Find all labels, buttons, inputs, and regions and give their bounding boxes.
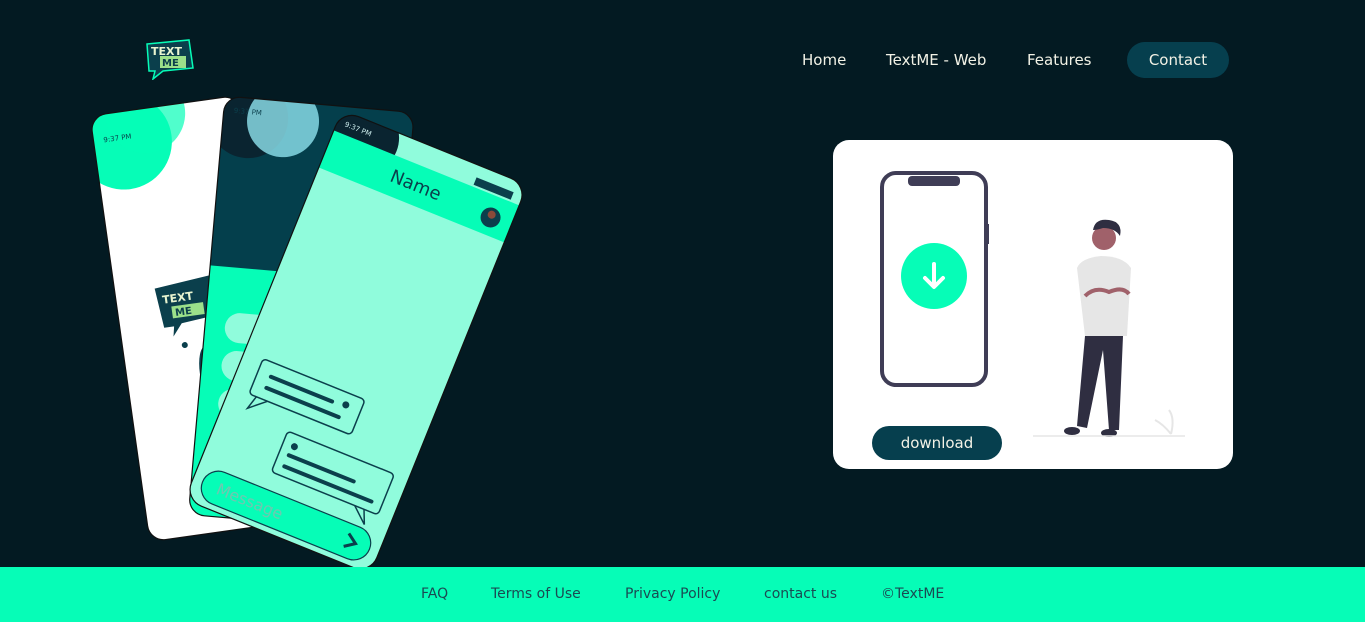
- footer: FAQ Terms of Use Privacy Policy contact …: [0, 567, 1365, 622]
- footer-privacy-link[interactable]: Privacy Policy: [625, 567, 720, 622]
- svg-text:ME: ME: [175, 306, 193, 319]
- footer-contact-link[interactable]: contact us: [764, 567, 837, 622]
- footer-terms-link[interactable]: Terms of Use: [491, 567, 581, 622]
- footer-copyright: ©TextME: [881, 586, 945, 602]
- nav-contact-button[interactable]: Contact: [1127, 42, 1229, 78]
- phone-mockups-illustration: 9:37 PM TEXT ME 9:37 PM N +9: [90, 95, 528, 575]
- nav-home-link[interactable]: Home: [802, 42, 846, 78]
- download-illustration: [880, 171, 1185, 437]
- download-button[interactable]: download: [872, 426, 1002, 460]
- footer-faq-link[interactable]: FAQ: [421, 567, 448, 622]
- person-illustration: [1064, 219, 1131, 437]
- nav-features-link[interactable]: Features: [1027, 42, 1092, 78]
- download-card: download: [833, 140, 1233, 469]
- nav-textme-web-link[interactable]: TextME - Web: [886, 42, 986, 78]
- main-nav: Home TextME - Web Features Contact: [0, 42, 1365, 78]
